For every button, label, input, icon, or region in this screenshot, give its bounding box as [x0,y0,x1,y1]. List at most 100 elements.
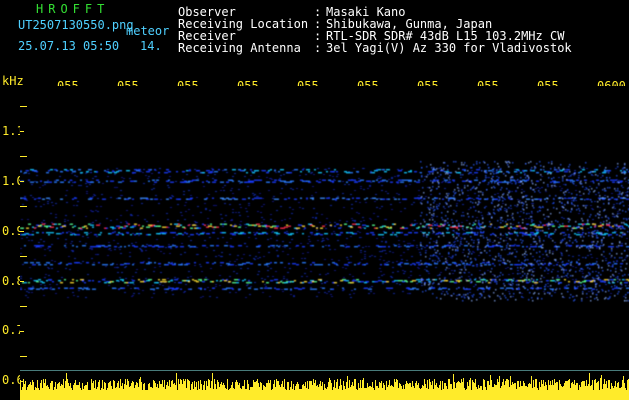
scatter-pixel [627,231,629,233]
noise-level-bar [122,383,123,400]
noise-pixel [496,176,498,177]
scatter-pixel [441,217,443,219]
noise-pixel [375,194,377,195]
noise-level-bar [151,387,152,400]
noise-pixel [181,263,183,264]
noise-pixel [184,252,186,253]
noise-pixel [529,269,531,270]
noise-pixel [509,252,511,253]
noise-level-bar [40,383,41,400]
noise-pixel [129,178,131,179]
signal-pixel [428,264,432,266]
noise-pixel [379,259,381,260]
scatter-pixel [437,250,439,252]
signal-pixel [150,288,152,290]
scatter-pixel [540,174,542,176]
noise-level-bar [398,388,399,400]
noise-level-bar [450,384,451,400]
scatter-pixel [560,282,562,284]
signal-pixel [448,288,450,290]
signal-pixel [56,179,59,181]
noise-pixel [184,219,186,220]
noise-pixel [405,185,407,186]
scatter-pixel [524,273,526,275]
noise-level-bar [423,386,424,400]
scatter-pixel [622,232,624,234]
scatter-pixel [438,186,440,188]
noise-level-bar [435,385,436,400]
scatter-pixel [451,295,453,297]
signal-pixel [272,225,276,227]
noise-pixel [246,246,248,247]
scatter-pixel [459,245,461,247]
signal-pixel [134,246,138,248]
scatter-pixel [484,207,486,209]
noise-pixel [86,193,88,194]
scatter-pixel [584,286,586,288]
noise-pixel [517,199,519,200]
scatter-pixel [562,261,564,263]
scatter-pixel [522,222,524,224]
noise-pixel [407,293,409,294]
scatter-pixel [568,260,570,262]
scatter-pixel [610,276,612,278]
scatter-pixel [522,275,524,277]
scatter-pixel [506,162,508,164]
scatter-pixel [437,172,439,174]
scatter-pixel [424,179,426,181]
noise-pixel [531,213,533,214]
scatter-pixel [624,233,626,235]
noise-pixel [350,262,352,263]
signal-pixel [298,224,302,226]
signal-pixel [50,169,53,171]
noise-pixel [411,256,413,257]
scatter-pixel [432,173,434,175]
signal-pixel [566,169,570,171]
noise-pixel [177,204,179,205]
scatter-pixel [526,277,528,279]
scatter-pixel [526,279,528,281]
scatter-pixel [582,240,584,242]
noise-level-bar [319,384,320,400]
signal-pixel [448,224,450,226]
scatter-pixel [596,294,598,296]
noise-pixel [80,263,82,264]
scatter-pixel [498,255,500,257]
scatter-pixel [562,239,564,241]
signal-pixel [516,245,518,247]
noise-pixel [391,178,393,179]
noise-pixel [330,205,332,206]
scatter-pixel [627,255,629,257]
scatter-pixel [439,274,441,276]
noise-pixel [571,174,573,175]
scatter-pixel [480,235,482,237]
noise-pixel [55,229,57,230]
noise-pixel [380,177,382,178]
scatter-pixel [454,225,456,227]
signal-pixel [72,171,76,173]
scatter-pixel [551,185,553,187]
scatter-pixel [527,175,529,177]
scatter-pixel [494,227,496,229]
noise-pixel [24,289,26,290]
scatter-pixel [453,230,455,232]
noise-pixel [618,273,620,274]
scatter-pixel [618,226,620,228]
scatter-pixel [515,299,517,301]
noise-pixel [541,176,543,177]
noise-level-bar [267,383,268,400]
noise-level-bar [318,387,319,400]
noise-pixel [145,278,147,279]
noise-pixel [121,272,123,273]
signal-pixel [38,197,41,199]
noise-pixel [625,257,627,258]
scatter-pixel [615,271,617,273]
noise-pixel [360,252,362,253]
signal-pixel [162,226,166,228]
noise-pixel [170,207,172,208]
noise-level-bar [96,389,97,400]
scatter-pixel [447,218,449,220]
signal-pixel [412,287,414,289]
noise-level-bar [344,386,345,400]
scatter-pixel [421,176,423,178]
